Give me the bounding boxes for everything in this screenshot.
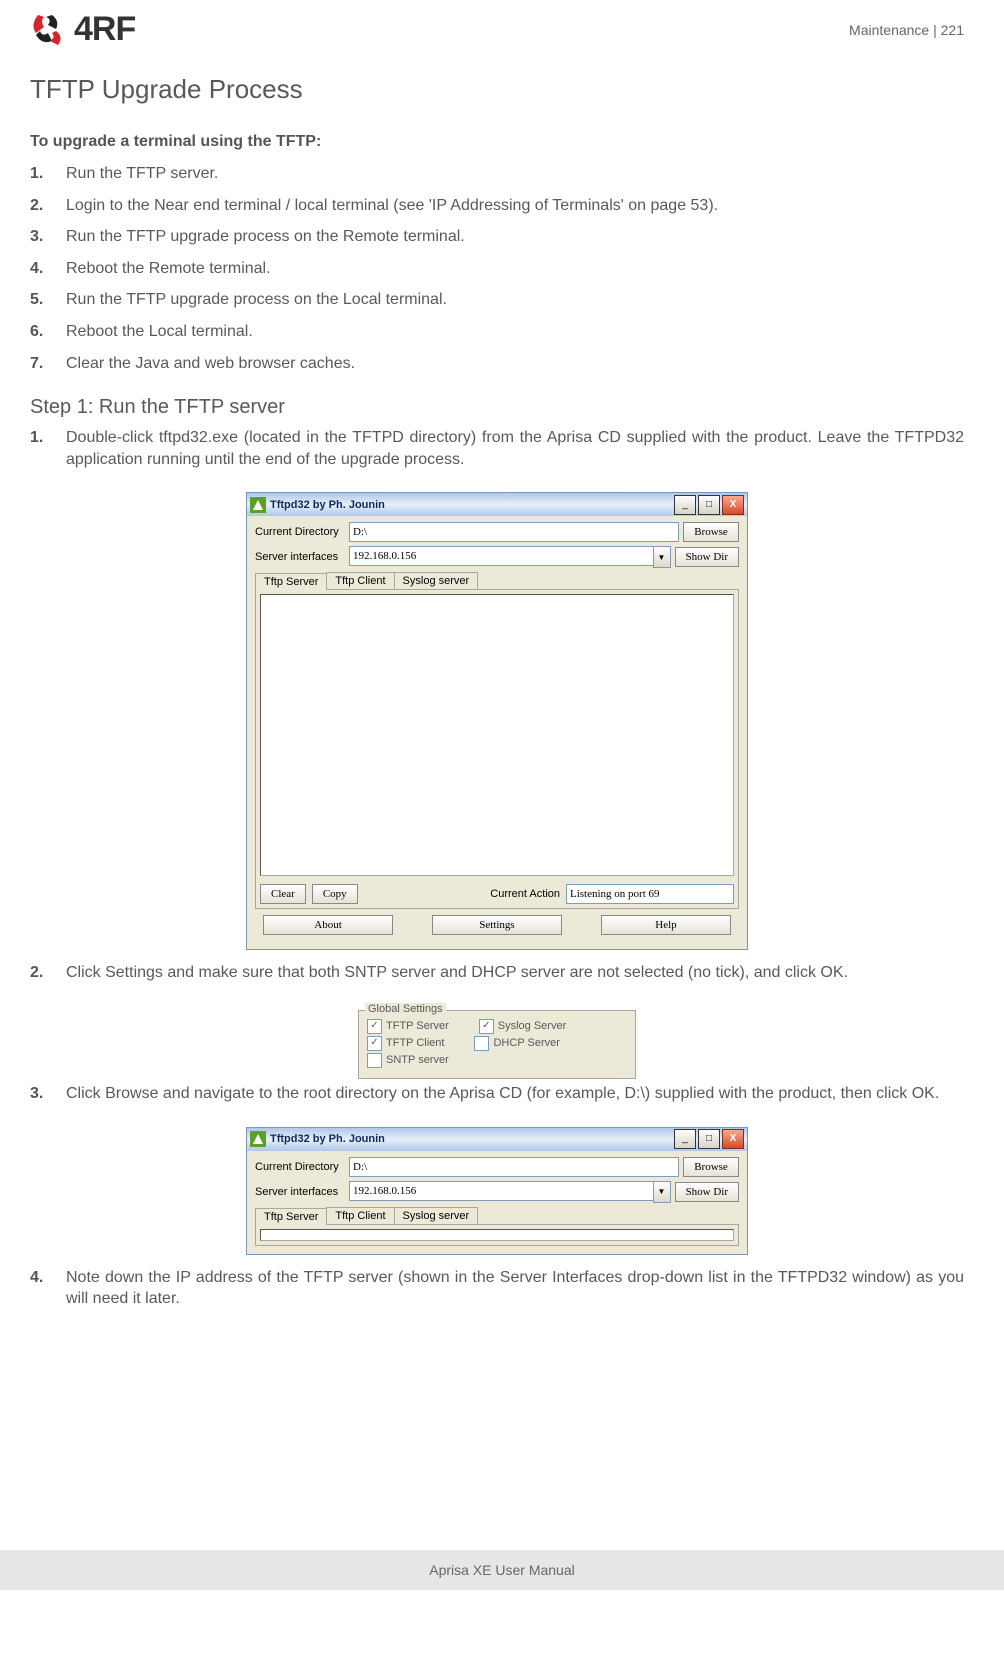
- tab-tftp-client[interactable]: Tftp Client: [326, 572, 394, 589]
- overview-list: Run the TFTP server. Login to the Near e…: [30, 163, 964, 374]
- maximize-button[interactable]: □: [698, 495, 720, 515]
- close-button[interactable]: X: [722, 1129, 744, 1149]
- showdir-button[interactable]: Show Dir: [675, 547, 739, 567]
- help-button[interactable]: Help: [601, 915, 731, 935]
- brand-text: 4RF: [74, 10, 135, 49]
- titlebar[interactable]: Tftpd32 by Ph. Jounin _ □ X: [247, 1128, 747, 1151]
- list-item: Click Browse and navigate to the root di…: [30, 1083, 964, 1105]
- settings-button[interactable]: Settings: [432, 915, 562, 935]
- minimize-button[interactable]: _: [674, 495, 696, 515]
- tabbar: Tftp Server Tftp Client Syslog server: [255, 572, 739, 589]
- showdir-button[interactable]: Show Dir: [675, 1182, 739, 1202]
- tftpd32-window: Tftpd32 by Ph. Jounin _ □ X Current Dire…: [246, 492, 748, 950]
- curact-value: [566, 884, 734, 904]
- chk-sntp-server[interactable]: SNTP server: [367, 1053, 449, 1068]
- chk-tftp-client[interactable]: ✓TFTP Client: [367, 1036, 444, 1051]
- browse-button[interactable]: Browse: [683, 522, 739, 542]
- maximize-button[interactable]: □: [698, 1129, 720, 1149]
- step1-list-cont3: Note down the IP address of the TFTP ser…: [30, 1267, 964, 1310]
- step1-list: Double-click tftpd32.exe (located in the…: [30, 427, 964, 470]
- minimize-button[interactable]: _: [674, 1129, 696, 1149]
- tab-tftp-server[interactable]: Tftp Server: [255, 573, 327, 590]
- chevron-down-icon[interactable]: ▼: [653, 546, 671, 568]
- curdir-label: Current Directory: [255, 1161, 345, 1173]
- chk-syslog-server[interactable]: ✓Syslog Server: [479, 1019, 566, 1034]
- group-legend: Global Settings: [365, 1003, 446, 1015]
- chk-dhcp-server[interactable]: DHCP Server: [474, 1036, 559, 1051]
- global-settings-group: Global Settings ✓TFTP Server ✓Syslog Ser…: [358, 1010, 636, 1079]
- curdir-label: Current Directory: [255, 526, 345, 538]
- list-item: Run the TFTP server.: [30, 163, 964, 185]
- transfer-list[interactable]: [260, 594, 734, 876]
- app-icon: [250, 1131, 266, 1147]
- srvif-value[interactable]: [349, 546, 653, 566]
- tab-tftp-server[interactable]: Tftp Server: [255, 1208, 327, 1225]
- list-item: Clear the Java and web browser caches.: [30, 353, 964, 375]
- clear-button[interactable]: Clear: [260, 884, 306, 904]
- curact-label: Current Action: [490, 888, 560, 900]
- tab-tftp-client[interactable]: Tftp Client: [326, 1207, 394, 1224]
- intro-heading: To upgrade a terminal using the TFTP:: [30, 133, 964, 151]
- window-title: Tftpd32 by Ph. Jounin: [270, 1133, 674, 1145]
- list-item: Double-click tftpd32.exe (located in the…: [30, 427, 964, 470]
- tab-syslog[interactable]: Syslog server: [394, 572, 479, 589]
- srvif-label: Server interfaces: [255, 1186, 345, 1198]
- titlebar[interactable]: Tftpd32 by Ph. Jounin _ □ X: [247, 493, 747, 516]
- logo-icon: [30, 13, 68, 47]
- list-item: Click Settings and make sure that both S…: [30, 962, 964, 984]
- srvif-combo[interactable]: ▼: [349, 546, 671, 568]
- browse-button[interactable]: Browse: [683, 1157, 739, 1177]
- list-item: Note down the IP address of the TFTP ser…: [30, 1267, 964, 1310]
- footer: Aprisa XE User Manual: [0, 1550, 1004, 1590]
- tab-syslog[interactable]: Syslog server: [394, 1207, 479, 1224]
- step1-title: Step 1: Run the TFTP server: [30, 396, 964, 419]
- tftpd32-window-2: Tftpd32 by Ph. Jounin _ □ X Current Dire…: [246, 1127, 748, 1255]
- srvif-label: Server interfaces: [255, 551, 345, 563]
- chevron-down-icon[interactable]: ▼: [653, 1181, 671, 1203]
- copy-button[interactable]: Copy: [312, 884, 358, 904]
- curdir-input[interactable]: [349, 1157, 679, 1177]
- list-item: Run the TFTP upgrade process on the Loca…: [30, 289, 964, 311]
- step1-list-cont2: Click Browse and navigate to the root di…: [30, 1083, 964, 1105]
- srvif-combo[interactable]: ▼: [349, 1181, 671, 1203]
- list-item: Reboot the Local terminal.: [30, 321, 964, 343]
- app-icon: [250, 497, 266, 513]
- step1-list-cont: Click Settings and make sure that both S…: [30, 962, 964, 984]
- brand-logo: 4RF: [30, 10, 135, 49]
- page-title: TFTP Upgrade Process: [30, 74, 964, 105]
- tabbar: Tftp Server Tftp Client Syslog server: [255, 1207, 739, 1224]
- list-item: Login to the Near end terminal / local t…: [30, 195, 964, 217]
- list-item: Reboot the Remote terminal.: [30, 258, 964, 280]
- list-item: Run the TFTP upgrade process on the Remo…: [30, 226, 964, 248]
- srvif-value[interactable]: [349, 1181, 653, 1201]
- header-meta: Maintenance | 221: [849, 22, 964, 38]
- curdir-input[interactable]: [349, 522, 679, 542]
- transfer-list[interactable]: [260, 1229, 734, 1241]
- page-header: 4RF Maintenance | 221: [30, 10, 964, 49]
- close-button[interactable]: X: [722, 495, 744, 515]
- window-title: Tftpd32 by Ph. Jounin: [270, 499, 674, 511]
- about-button[interactable]: About: [263, 915, 393, 935]
- chk-tftp-server[interactable]: ✓TFTP Server: [367, 1019, 449, 1034]
